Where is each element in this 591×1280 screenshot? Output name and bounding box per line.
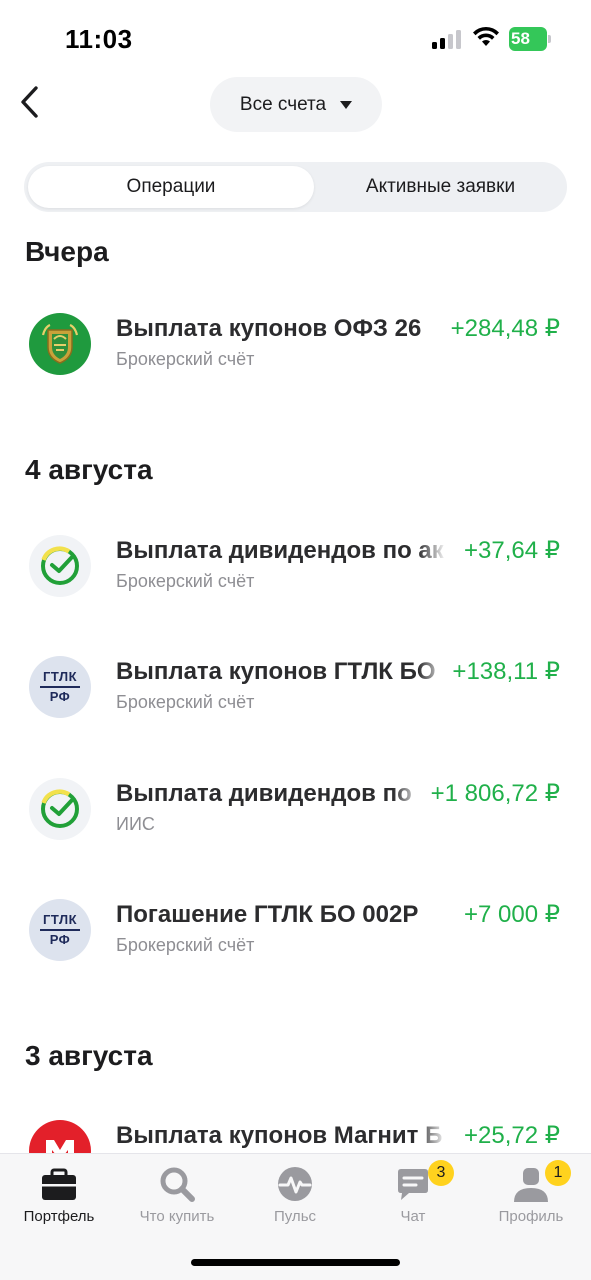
operation-account: ИИС: [116, 814, 155, 834]
tab-pulse[interactable]: Пульс: [236, 1154, 354, 1244]
briefcase-icon: [42, 1168, 76, 1200]
operation-title: Выплата купонов ОФЗ 26: [116, 315, 422, 342]
section-title: 3 августа: [25, 1040, 153, 1071]
account-selector[interactable]: Все счета: [210, 77, 382, 132]
pulse-icon: [278, 1167, 312, 1201]
chat-badge: 3: [428, 1160, 454, 1186]
operation-title-wrap: Выплата купонов ГТЛК БО: [116, 656, 446, 690]
operation-title: Погашение ГТЛК БО 002Р: [116, 901, 419, 928]
status-bar: 11:03 58: [0, 0, 591, 80]
tab-label: Профиль: [498, 1208, 564, 1225]
battery-icon: 58: [509, 27, 551, 51]
operation-amount: +284,48 ₽: [450, 315, 560, 342]
back-button[interactable]: [12, 82, 48, 122]
ofz-emblem-icon: [29, 313, 91, 375]
search-icon: [160, 1167, 195, 1202]
home-indicator: [191, 1259, 400, 1266]
operation-row[interactable]: Выплата дивидендов по +1 806,72 ₽ ИИС: [0, 778, 591, 868]
section-title: 4 августа: [25, 454, 153, 485]
section-title: Вчера: [25, 236, 109, 267]
tab-label: Пульс: [273, 1208, 317, 1225]
chat-icon: [398, 1169, 428, 1200]
account-selector-label: Все счета: [239, 93, 327, 115]
operation-title: Выплата дивидендов по: [116, 780, 412, 807]
operation-account: Брокерский счёт: [116, 571, 255, 591]
wifi-icon: [473, 26, 499, 46]
operation-amount: +7 000 ₽: [463, 901, 560, 928]
operation-title-wrap: Погашение ГТЛК БО 002Р: [116, 899, 446, 933]
operation-title-wrap: Выплата дивидендов по: [116, 778, 421, 812]
operation-title: Выплата купонов ГТЛК БО: [116, 658, 436, 685]
gtlk-icon: ГТЛК РФ: [29, 656, 91, 718]
operation-title: Выплата дивидендов по ак: [116, 537, 444, 564]
operation-row[interactable]: Выплата дивидендов по ак +37,64 ₽ Брокер…: [0, 535, 591, 625]
tab-label: Что купить: [139, 1208, 215, 1225]
cellular-signal-icon: [432, 30, 462, 49]
tab-label: Портфель: [23, 1208, 95, 1225]
battery-level: 58: [511, 29, 530, 48]
tab-operations[interactable]: Операции: [28, 166, 314, 208]
caret-down-icon: [340, 100, 353, 109]
sber-icon: [29, 778, 91, 840]
operation-amount: +1 806,72 ₽: [430, 780, 560, 807]
tab-profile[interactable]: 1 Профиль: [472, 1154, 590, 1244]
tab-chat[interactable]: 3 Чат: [354, 1154, 472, 1244]
operation-account: Брокерский счёт: [116, 349, 255, 369]
operation-account: Брокерский счёт: [116, 692, 255, 712]
operation-title-wrap: Выплата дивидендов по ак: [116, 535, 446, 569]
operation-row[interactable]: Выплата купонов ОФЗ 26 +284,48 ₽ Брокерс…: [0, 313, 591, 403]
tab-what-to-buy[interactable]: Что купить: [118, 1154, 236, 1244]
operation-title: Выплата купонов Магнит Б: [116, 1122, 443, 1149]
tab-active-orders[interactable]: Активные заявки: [318, 166, 563, 208]
operation-row[interactable]: ГТЛК РФ Погашение ГТЛК БО 002Р +7 000 ₽ …: [0, 899, 591, 989]
operation-amount: +138,11 ₽: [452, 658, 560, 685]
operation-title-wrap: Выплата купонов ОФЗ 26: [116, 313, 446, 347]
gtlk-icon: ГТЛК РФ: [29, 899, 91, 961]
segmented-control: Операции Активные заявки: [24, 162, 567, 212]
operation-row[interactable]: ГТЛК РФ Выплата купонов ГТЛК БО +138,11 …: [0, 656, 591, 746]
tab-portfolio[interactable]: Портфель: [0, 1154, 118, 1244]
chevron-left-icon: [21, 86, 38, 118]
profile-badge: 1: [545, 1160, 571, 1186]
operation-account: Брокерский счёт: [116, 935, 255, 955]
tab-label: Чат: [400, 1208, 426, 1225]
status-time: 11:03: [65, 24, 133, 54]
sber-icon: [29, 535, 91, 597]
operation-title-wrap: Выплата купонов Магнит Б: [116, 1120, 446, 1154]
operation-amount: +37,64 ₽: [463, 537, 560, 564]
operation-amount: +25,72 ₽: [463, 1122, 560, 1149]
